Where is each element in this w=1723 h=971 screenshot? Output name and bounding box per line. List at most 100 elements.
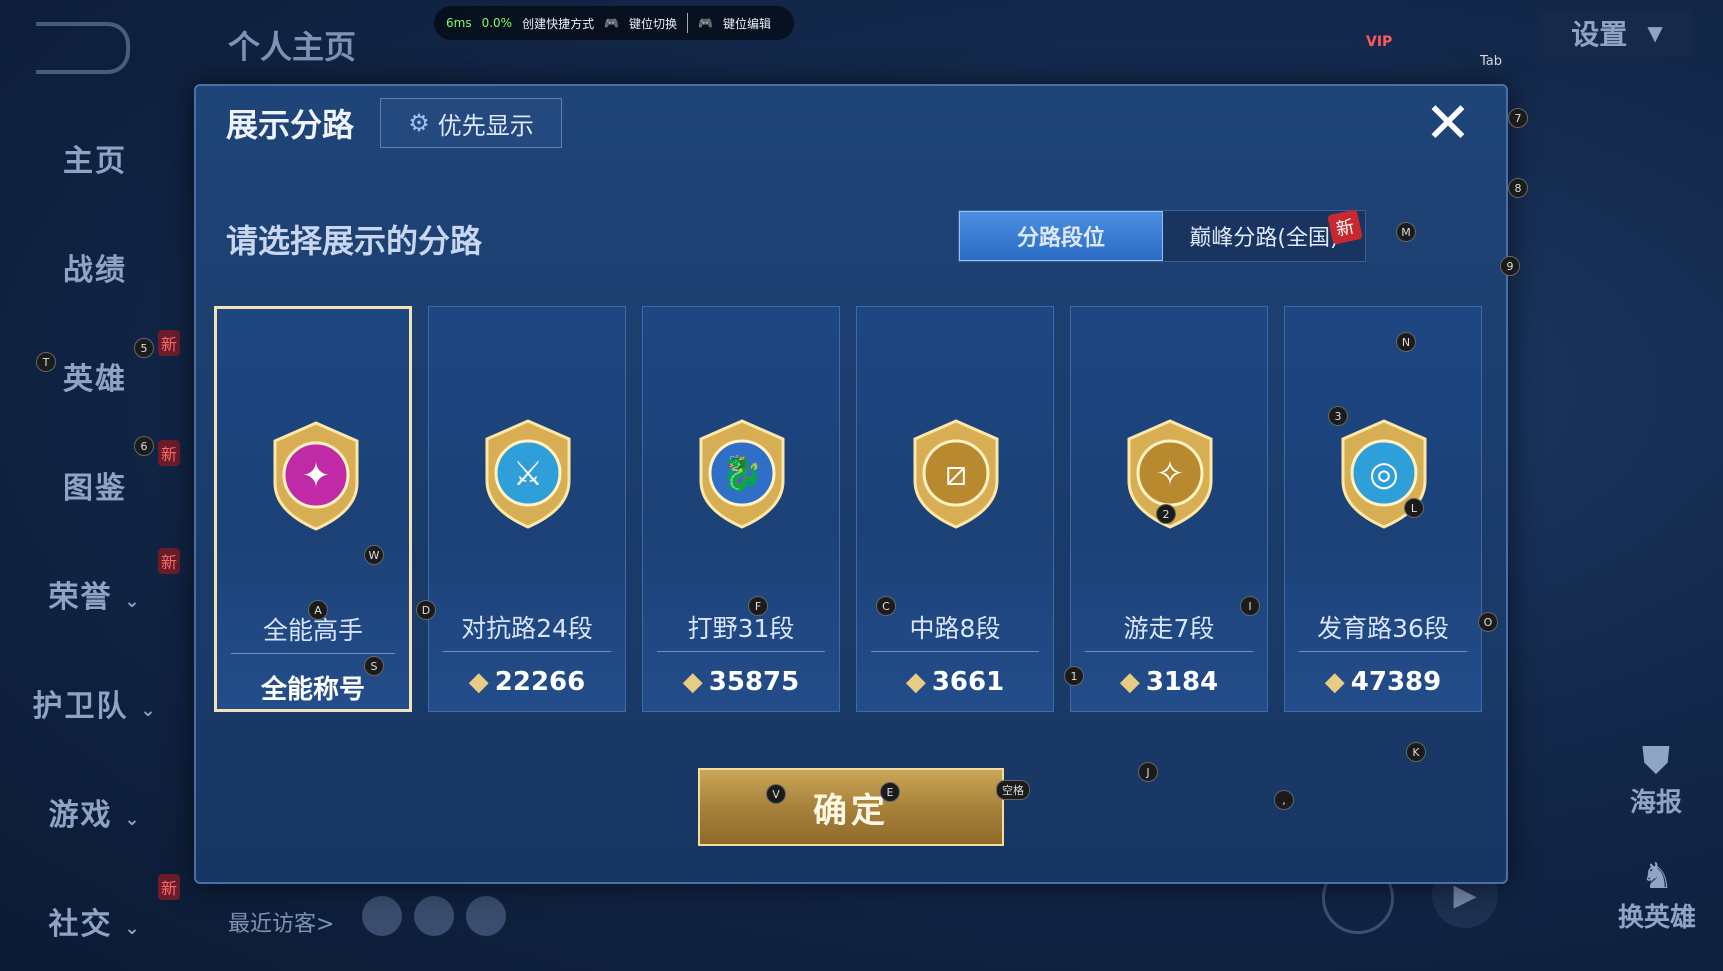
diamond-icon: ◆ bbox=[468, 667, 489, 697]
switch-hero-icon: ♞ bbox=[1640, 856, 1674, 897]
key-hint: C bbox=[876, 596, 896, 616]
poster-button[interactable]: ⛊ 海报 bbox=[1616, 740, 1696, 819]
chevron-down-icon: ⌄ bbox=[124, 591, 142, 612]
diamond-icon: ◆ bbox=[682, 667, 703, 697]
key-hint: V bbox=[766, 784, 786, 804]
settings-label: 设置 bbox=[1571, 18, 1628, 51]
sidebar-item-guard[interactable]: 护卫队 ⌄ bbox=[20, 681, 170, 725]
recent-visitors-link[interactable]: 最近访客> bbox=[228, 906, 334, 938]
key-hint: 8 bbox=[1508, 178, 1528, 198]
tab-key-hint: Tab bbox=[1480, 54, 1503, 69]
dialog-title: 展示分路 bbox=[226, 106, 355, 144]
sidebar-item-honor[interactable]: 荣誉 ⌄ bbox=[20, 572, 170, 616]
lane-score: ◆ 3184 bbox=[1071, 667, 1267, 697]
key-hint: 5 bbox=[134, 338, 154, 358]
sidebar-item-codex[interactable]: 图鉴 bbox=[20, 463, 170, 507]
key-hint: E bbox=[880, 782, 900, 802]
key-hint: K bbox=[1406, 742, 1426, 762]
priority-display-button[interactable]: ⚙ 优先显示 bbox=[380, 98, 562, 148]
lane-card-mid[interactable]: ⧄ 中路8段 ◆ 3661 bbox=[856, 306, 1054, 712]
chevron-down-icon: ⌄ bbox=[140, 700, 158, 721]
key-hint: 6 bbox=[134, 436, 154, 456]
settings-button[interactable]: 设置 ▼ bbox=[1542, 10, 1692, 56]
back-icon[interactable] bbox=[36, 22, 130, 74]
diamond-icon: ◆ bbox=[1324, 667, 1345, 697]
confirm-button[interactable]: 确定 bbox=[698, 768, 1004, 846]
key-hint: F bbox=[748, 596, 768, 616]
key-hint: , bbox=[1274, 790, 1294, 810]
key-hint: 空格 bbox=[996, 780, 1030, 800]
dialog-prompt: 请选择展示的分路 bbox=[226, 222, 483, 260]
lane-score-value: 47389 bbox=[1350, 667, 1442, 697]
ping-text: 6ms bbox=[446, 16, 472, 30]
personal-home-title[interactable]: 个人主页 bbox=[228, 22, 356, 68]
key-hint: J bbox=[1138, 762, 1158, 782]
lane-rank-label: 游走7段 bbox=[1123, 614, 1215, 643]
key-edit-button[interactable]: 键位编辑 bbox=[723, 15, 771, 32]
lane-score-value: 3184 bbox=[1145, 667, 1219, 697]
create-shortcut-button[interactable]: 创建快捷方式 bbox=[522, 15, 594, 32]
switch-hero-button[interactable]: ♞ 换英雄 bbox=[1612, 856, 1702, 934]
lane-score: ◆ 35875 bbox=[643, 667, 839, 697]
key-hint: S bbox=[364, 656, 384, 676]
lane-card-all-round[interactable]: ✦ 全能高手 全能称号 bbox=[214, 306, 412, 712]
lane-tabs: 分路段位 巅峰分路(全国) bbox=[958, 210, 1366, 262]
svg-text:⧄: ⧄ bbox=[945, 454, 967, 494]
card-divider bbox=[443, 651, 611, 652]
gear-icon: ⚙ bbox=[408, 109, 430, 137]
key-hint: 1 bbox=[1064, 666, 1084, 686]
lane-score: ◆ 3661 bbox=[857, 667, 1053, 697]
new-badge: 新 bbox=[158, 548, 181, 574]
overlay-toolbar: 6ms 0.0% 创建快捷方式 🎮 键位切换 🎮 键位编辑 bbox=[434, 6, 794, 40]
svg-text:🐉: 🐉 bbox=[721, 454, 763, 494]
poster-label: 海报 bbox=[1629, 788, 1682, 818]
lane-rank-label: 打野31段 bbox=[687, 614, 795, 643]
lane-card-farm[interactable]: ◎ 发育路36段 ◆ 47389 bbox=[1284, 306, 1482, 712]
sidebar-item-games[interactable]: 游戏 ⌄ bbox=[20, 790, 170, 834]
card-divider bbox=[657, 651, 825, 652]
key-hint: N bbox=[1396, 332, 1416, 352]
sidebar-item-record[interactable]: 战绩 bbox=[20, 245, 170, 289]
chevron-down-icon: ⌄ bbox=[124, 809, 142, 830]
lane-card-jungle[interactable]: 🐉 打野31段 ◆ 35875 bbox=[642, 306, 840, 712]
gamepad-icon: 🎮 bbox=[698, 16, 714, 30]
svg-text:✧: ✧ bbox=[1156, 454, 1185, 494]
new-badge: 新 bbox=[158, 440, 181, 466]
new-badge: 新 bbox=[158, 874, 181, 900]
new-badge: 新 bbox=[158, 330, 181, 356]
sidebar-item-label: 游戏 bbox=[48, 798, 113, 833]
tab-lane-rank[interactable]: 分路段位 bbox=[959, 211, 1163, 261]
avatar[interactable] bbox=[362, 896, 402, 936]
sidebar-item-social[interactable]: 社交 ⌄ bbox=[20, 899, 170, 943]
sidebar-item-label: 英雄 bbox=[63, 362, 127, 397]
key-hint: 9 bbox=[1500, 256, 1520, 276]
lane-score-value: 22266 bbox=[494, 667, 586, 697]
chevron-down-icon: ▼ bbox=[1647, 21, 1663, 45]
avatar[interactable] bbox=[414, 896, 454, 936]
poster-icon: ⛊ bbox=[1642, 740, 1670, 781]
lane-score-value: 35875 bbox=[708, 667, 800, 697]
avatar[interactable] bbox=[466, 896, 506, 936]
sidebar-item-home[interactable]: 主页 bbox=[20, 136, 170, 180]
lane-score: 全能称号 bbox=[217, 669, 409, 706]
sidebar-item-label: 图鉴 bbox=[63, 471, 127, 506]
sidebar-item-label: 护卫队 bbox=[32, 689, 129, 724]
svg-text:✦: ✦ bbox=[302, 456, 331, 496]
key-hint: 3 bbox=[1328, 406, 1348, 426]
key-hint: M bbox=[1396, 222, 1416, 242]
lane-rank-label: 对抗路24段 bbox=[461, 614, 593, 643]
lane-score-value: 3661 bbox=[931, 667, 1005, 697]
key-hint: 7 bbox=[1508, 108, 1528, 128]
vip-badge: VIP bbox=[1366, 34, 1393, 50]
lane-rank-label: 发育路36段 bbox=[1317, 614, 1449, 643]
key-switch-button[interactable]: 键位切换 bbox=[629, 15, 677, 32]
chevron-down-icon: ⌄ bbox=[124, 918, 142, 939]
key-hint: W bbox=[364, 545, 384, 565]
card-divider bbox=[1085, 651, 1253, 652]
lane-card-clash[interactable]: ⚔ 对抗路24段 ◆ 22266 bbox=[428, 306, 626, 712]
key-hint: O bbox=[1478, 612, 1498, 632]
rank-emblem-icon: ✦ bbox=[265, 419, 367, 533]
rank-emblem-icon: ⧄ bbox=[905, 417, 1007, 531]
sidebar-item-label: 社交 bbox=[48, 907, 113, 942]
close-icon[interactable]: ✕ bbox=[1420, 96, 1476, 152]
